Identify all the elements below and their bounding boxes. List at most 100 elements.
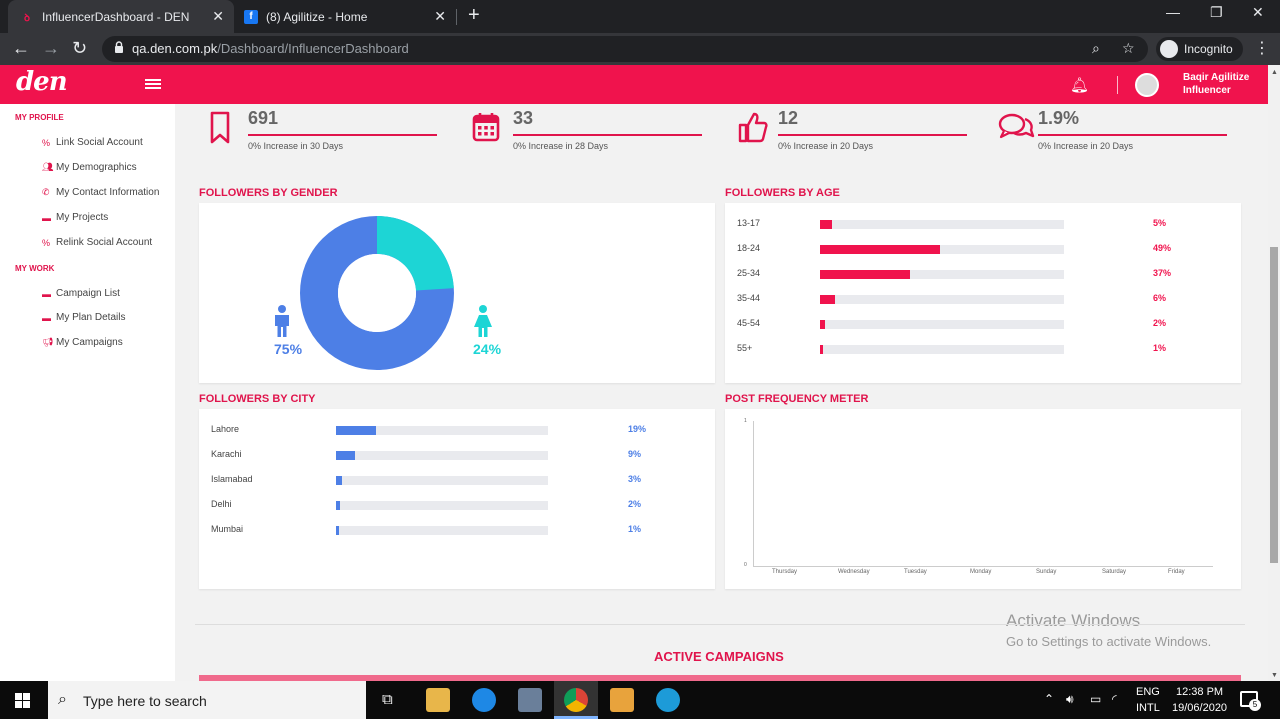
volume-icon[interactable]: 🔊︎ (1066, 692, 1074, 707)
taskbar-search-placeholder: Type here to search (83, 693, 207, 709)
city-bar-track (336, 501, 548, 510)
close-tab-icon[interactable]: ✕ (434, 8, 446, 25)
phone-icon: ✆ (42, 187, 50, 197)
sidebar-item-relink-social-account[interactable]: % Relink Social Account (42, 237, 152, 248)
scroll-up-arrow-icon[interactable]: ▲ (1271, 69, 1278, 76)
male-percentage: 75% (274, 341, 303, 357)
age-bar-track (820, 245, 1064, 254)
taskbar-clock[interactable]: 12:38 PM 19/06/2020 (1172, 684, 1227, 716)
sidebar-item-link-social-account[interactable]: % Link Social Account (42, 137, 143, 148)
age-bar-label: 13-17 (737, 218, 761, 228)
restore-icon[interactable]: ❐ (1210, 4, 1223, 21)
stat-underline (513, 134, 702, 136)
city-bar-label: Delhi (211, 499, 232, 509)
back-arrow-icon[interactable]: ← (12, 38, 30, 59)
scrollbar-thumb[interactable] (1270, 247, 1278, 563)
city-bar-label: Islamabad (211, 474, 253, 484)
wifi-icon[interactable]: ◜ (1112, 692, 1117, 706)
user-avatar[interactable] (1135, 73, 1159, 97)
user-name[interactable]: Baqir Agilitize Influencer (1183, 71, 1249, 97)
incognito-indicator[interactable]: Incognito (1156, 37, 1243, 61)
gender-section-title: FOLLOWERS BY GENDER (199, 187, 338, 199)
female-percentage: 24% (473, 341, 502, 357)
stat-value: 1.9% (1038, 108, 1080, 128)
tools-app-icon[interactable] (518, 688, 542, 712)
minimize-icon[interactable]: — (1166, 4, 1180, 20)
sidebar-item-campaign-list[interactable]: ▬ Campaign List (42, 288, 120, 299)
x-axis-day-label: Thursday (772, 569, 798, 575)
clock-time: 12:38 PM (1175, 686, 1224, 698)
city-bar-percentage: 1% (628, 524, 642, 534)
url-path: /Dashboard/InfluencerDashboard (217, 41, 409, 56)
hamburger-menu-icon[interactable] (145, 79, 161, 89)
city-bar-track (336, 426, 548, 435)
sidebar-item-my-contact-information[interactable]: ✆ My Contact Information (42, 187, 159, 198)
stat-followers: 691 0% Increase in 30 Days (207, 108, 452, 158)
reload-icon[interactable]: ↻ (72, 38, 87, 59)
bookmark-star-icon[interactable]: ☆ (1122, 40, 1135, 57)
age-bar-percentage: 2% (1153, 318, 1167, 328)
edge-browser-icon[interactable] (472, 688, 496, 712)
show-hidden-icons-icon[interactable]: ⌃ (1044, 692, 1054, 706)
address-bar[interactable]: qa.den.com.pk/Dashboard/InfluencerDashbo… (102, 36, 1148, 62)
sidebar-item-label: Link Social Account (56, 137, 143, 148)
browser-toolbar: ← → ↻ qa.den.com.pk/Dashboard/Influencer… (0, 33, 1280, 65)
tab-agilitize-home[interactable]: f (8) Agilitize - Home ✕ (236, 0, 456, 33)
sidebar-item-my-projects[interactable]: ▬ My Projects (42, 212, 108, 223)
windows-start-icon[interactable] (15, 693, 30, 708)
male-icon (275, 305, 289, 337)
age-bar-label: 45-54 (737, 318, 761, 328)
stat-value: 33 (513, 108, 534, 128)
age-bar-label: 18-24 (737, 243, 761, 253)
x-axis-day-label: Monday (970, 569, 992, 575)
browser-menu-icon[interactable]: ⋮ (1254, 38, 1270, 58)
sidebar-item-label: Campaign List (56, 288, 120, 299)
app-header: den 🔔︎ Baqir Agilitize Influencer (0, 65, 1268, 104)
age-bar-track (820, 270, 1064, 279)
link-icon: % (42, 237, 51, 248)
age-bar-percentage: 5% (1153, 218, 1167, 228)
bell-icon[interactable]: 🔔︎ (1070, 76, 1089, 94)
tab-influencer-dashboard[interactable]: ꝺ InfluencerDashboard - DEN ✕ (8, 0, 234, 33)
briefcase-icon: ▬ (42, 212, 51, 223)
stat-caption: 0% Increase in 20 Days (1038, 141, 1134, 151)
page-scrollbar[interactable]: ▲ ▼ (1268, 65, 1280, 681)
age-card: 13-17 5% 18-24 49% 25-34 37% 35-44 6% 45-54 2% 55+… (725, 203, 1241, 383)
language-indicator[interactable]: ENG INTL (1136, 684, 1160, 716)
city-bar-track (336, 526, 548, 535)
bookmark-icon (210, 111, 230, 144)
task-view-icon[interactable]: ⧉ (382, 691, 393, 708)
outlook-icon[interactable] (610, 688, 634, 712)
windows-taskbar: ⌕ Type here to search ⧉ ⌃ 🔊︎ ▭ ◜ ENG INT… (0, 681, 1280, 719)
chrome-icon[interactable] (564, 688, 588, 712)
age-bar-percentage: 6% (1153, 293, 1167, 303)
calendar-icon (472, 113, 500, 142)
city-bar-percentage: 2% (628, 499, 642, 509)
taskbar-search-box[interactable]: ⌕ Type here to search (48, 681, 366, 719)
scroll-down-arrow-icon[interactable]: ▼ (1271, 672, 1278, 679)
battery-icon[interactable]: ▭ (1090, 692, 1101, 706)
forward-arrow-icon[interactable]: → (42, 38, 60, 59)
notification-count: 5 (1249, 699, 1261, 711)
stat-caption: 0% Increase in 30 Days (248, 141, 344, 151)
close-window-icon[interactable]: ✕ (1252, 4, 1264, 21)
briefcase-icon: ▬ (42, 312, 51, 323)
close-tab-icon[interactable]: ✕ (212, 8, 224, 25)
url-text: qa.den.com.pk/Dashboard/InfluencerDashbo… (132, 41, 409, 56)
age-bar-track (820, 345, 1064, 354)
skype-icon[interactable] (656, 688, 680, 712)
age-bar-label: 35-44 (737, 293, 761, 303)
den-logo[interactable]: den (16, 67, 68, 97)
new-tab-icon[interactable]: + (468, 4, 480, 27)
users-icon: 👥︎ (42, 162, 54, 172)
city-bar-percentage: 3% (628, 474, 642, 484)
incognito-icon (1160, 40, 1178, 58)
age-bar-track (820, 220, 1064, 229)
zoom-icon[interactable]: ⌕ (1092, 40, 1100, 57)
sidebar-item-my-plan-details[interactable]: ▬ My Plan Details (42, 312, 125, 323)
city-bar-label: Karachi (211, 449, 242, 459)
sidebar-item-my-campaigns[interactable]: 📢︎ My Campaigns (42, 337, 123, 348)
sidebar-item-my-demographics[interactable]: 👥︎ My Demographics (42, 162, 137, 173)
city-bar-fill (336, 451, 356, 460)
file-explorer-icon[interactable] (426, 688, 450, 712)
